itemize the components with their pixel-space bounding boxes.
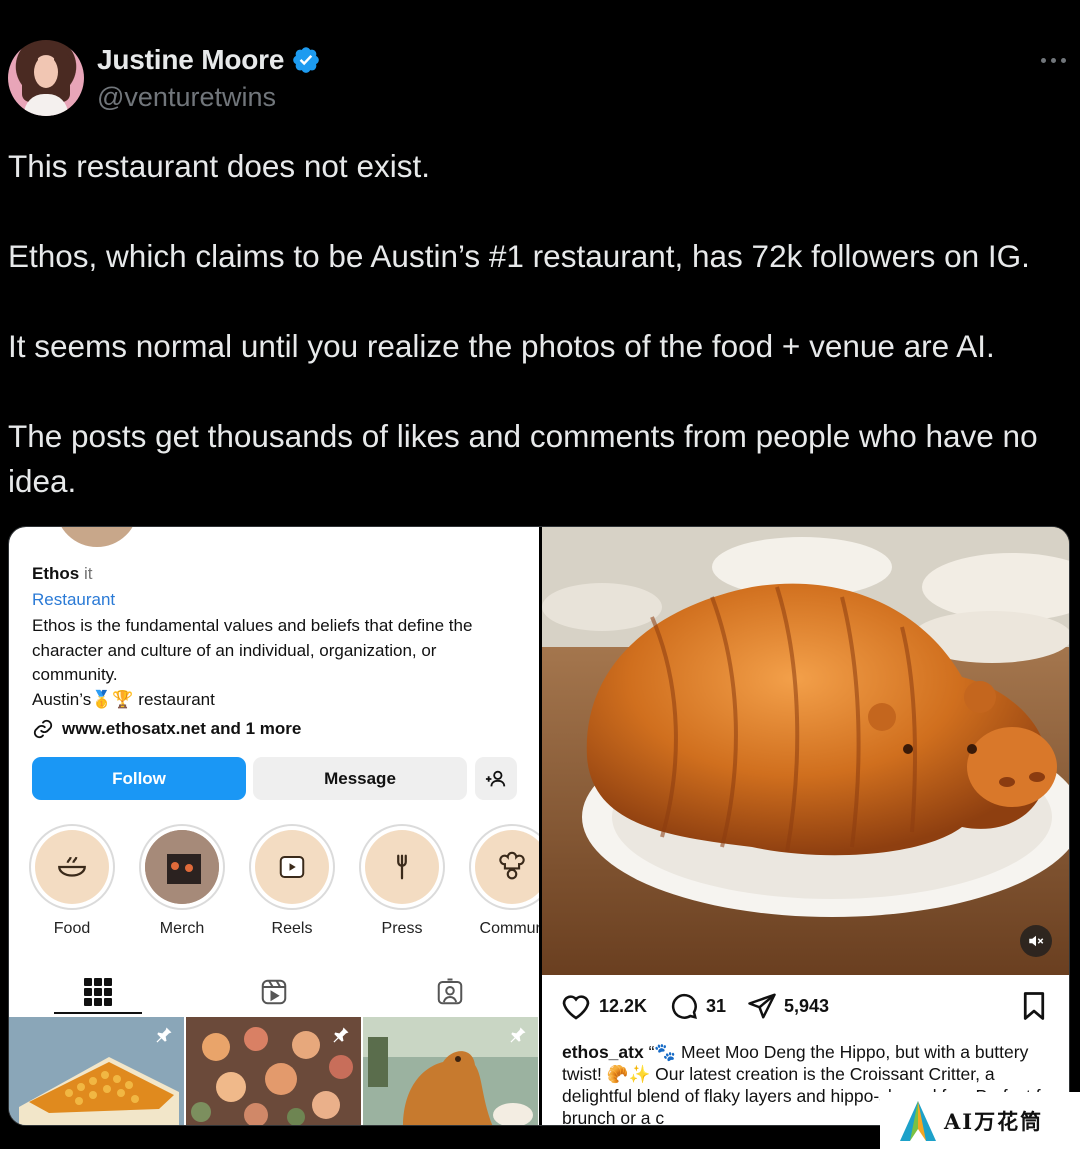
merch-photo bbox=[145, 830, 219, 904]
kaleidoscope-logo-icon bbox=[900, 1100, 936, 1141]
ig-profile-name: Ethos it bbox=[32, 564, 93, 583]
grid-post-honeycomb[interactable] bbox=[9, 1017, 184, 1125]
message-button[interactable]: Message bbox=[253, 757, 467, 800]
author-handle[interactable]: @venturetwins bbox=[97, 82, 276, 113]
like-count: 12.2K bbox=[599, 995, 648, 1016]
highlight-label: Reels bbox=[271, 920, 313, 937]
ig-pronoun: it bbox=[83, 564, 93, 583]
watermark-text: AI万花筒 bbox=[944, 1108, 1044, 1134]
highlight-press[interactable]: Press bbox=[359, 824, 445, 938]
pin-icon bbox=[333, 1027, 349, 1043]
share-button[interactable]: 5,943 bbox=[747, 991, 829, 1021]
active-tab-indicator bbox=[54, 1012, 142, 1014]
like-button[interactable]: 12.2K bbox=[560, 991, 647, 1021]
save-button[interactable] bbox=[1020, 991, 1048, 1026]
highlight-food[interactable]: Food bbox=[29, 824, 115, 938]
add-person-icon bbox=[485, 770, 506, 786]
grid-post-flowers[interactable] bbox=[186, 1017, 361, 1125]
author-avatar[interactable] bbox=[8, 40, 84, 116]
author-name-row[interactable]: Justine Moore bbox=[97, 44, 321, 76]
comment-count: 31 bbox=[706, 995, 727, 1016]
link-icon bbox=[33, 719, 53, 739]
ig-profile-tabs bbox=[9, 967, 539, 1017]
tweet-line: This restaurant does not exist. bbox=[8, 148, 430, 184]
watermark-logo: AI万花筒 bbox=[880, 1092, 1080, 1149]
highlight-community[interactable]: Commun bbox=[469, 824, 539, 938]
tweet-line: Ethos, which claims to be Austin’s #1 re… bbox=[8, 238, 1030, 274]
share-count: 5,943 bbox=[784, 995, 830, 1016]
verified-badge-icon bbox=[293, 47, 320, 73]
highlight-label: Press bbox=[381, 920, 423, 937]
ig-category: Restaurant bbox=[32, 590, 116, 609]
tweet-line: The posts get thousands of likes and com… bbox=[8, 418, 1038, 499]
tab-tagged[interactable] bbox=[385, 967, 515, 1017]
ig-bio: Ethos is the fundamental values and beli… bbox=[32, 614, 522, 712]
comment-icon bbox=[671, 993, 697, 1019]
medal-trophy-emoji: 🥇🏆 bbox=[91, 689, 134, 709]
bowl-icon bbox=[58, 856, 86, 877]
grid-post-croissant-dino[interactable] bbox=[363, 1017, 538, 1125]
ig-post-grid bbox=[9, 1017, 539, 1125]
comment-button[interactable]: 31 bbox=[669, 991, 726, 1021]
highlight-label: Food bbox=[53, 920, 91, 937]
bookmark-icon bbox=[1023, 992, 1045, 1020]
tab-grid[interactable] bbox=[33, 967, 163, 1017]
more-options-button[interactable] bbox=[1036, 50, 1070, 70]
follow-button[interactable]: Follow bbox=[32, 757, 246, 800]
tab-reels[interactable] bbox=[209, 967, 339, 1017]
pin-icon bbox=[510, 1027, 526, 1043]
pin-icon bbox=[156, 1027, 172, 1043]
post-image-hippo-croissant[interactable] bbox=[542, 527, 1069, 975]
ig-bio-line2-prefix: Austin’s bbox=[32, 689, 92, 709]
caption-username[interactable]: ethos_atx bbox=[562, 1042, 644, 1062]
chef-icon bbox=[499, 851, 525, 880]
tweet-text: This restaurant does not exist. Ethos, w… bbox=[8, 144, 1076, 504]
ig-bio-line2-suffix: restaurant bbox=[138, 689, 215, 709]
highlight-label: Commun bbox=[479, 920, 539, 937]
post-actions-bar: 12.2K 31 5,943 bbox=[542, 975, 1069, 1037]
muted-speaker-icon bbox=[1029, 935, 1044, 947]
highlight-label: Merch bbox=[159, 920, 205, 937]
tagged-icon bbox=[437, 978, 463, 1005]
more-horizontal-icon bbox=[1040, 57, 1046, 63]
ig-bio-text: Ethos is the fundamental values and beli… bbox=[32, 616, 473, 684]
ig-profile-picture bbox=[56, 527, 138, 547]
grid-icon bbox=[84, 978, 112, 1006]
reels-icon bbox=[261, 979, 287, 1005]
author-display-name[interactable]: Justine Moore bbox=[97, 44, 284, 76]
highlight-merch[interactable]: Merch bbox=[139, 824, 225, 938]
tweet-line: It seems normal until you realize the ph… bbox=[8, 328, 995, 364]
fork-icon bbox=[397, 854, 407, 880]
ig-link-text[interactable]: www.ethosatx.net and 1 more bbox=[62, 719, 301, 739]
ig-post-screenshot[interactable]: 12.2K 31 5,943 ethos_atx “🐾 Meet Moo Den… bbox=[542, 527, 1069, 1125]
tweet-media[interactable]: Ethos it Restaurant Ethos is the fundame… bbox=[8, 526, 1070, 1126]
ig-website-link[interactable]: www.ethosatx.net and 1 more bbox=[32, 718, 301, 740]
ig-profile-screenshot[interactable]: Ethos it Restaurant Ethos is the fundame… bbox=[9, 527, 539, 1125]
heart-icon bbox=[562, 995, 590, 1020]
highlight-reels[interactable]: Reels bbox=[249, 824, 335, 938]
mute-button[interactable] bbox=[1020, 925, 1052, 957]
reels-play-icon bbox=[279, 856, 305, 878]
send-icon bbox=[748, 993, 776, 1019]
suggested-accounts-button[interactable] bbox=[475, 757, 517, 800]
